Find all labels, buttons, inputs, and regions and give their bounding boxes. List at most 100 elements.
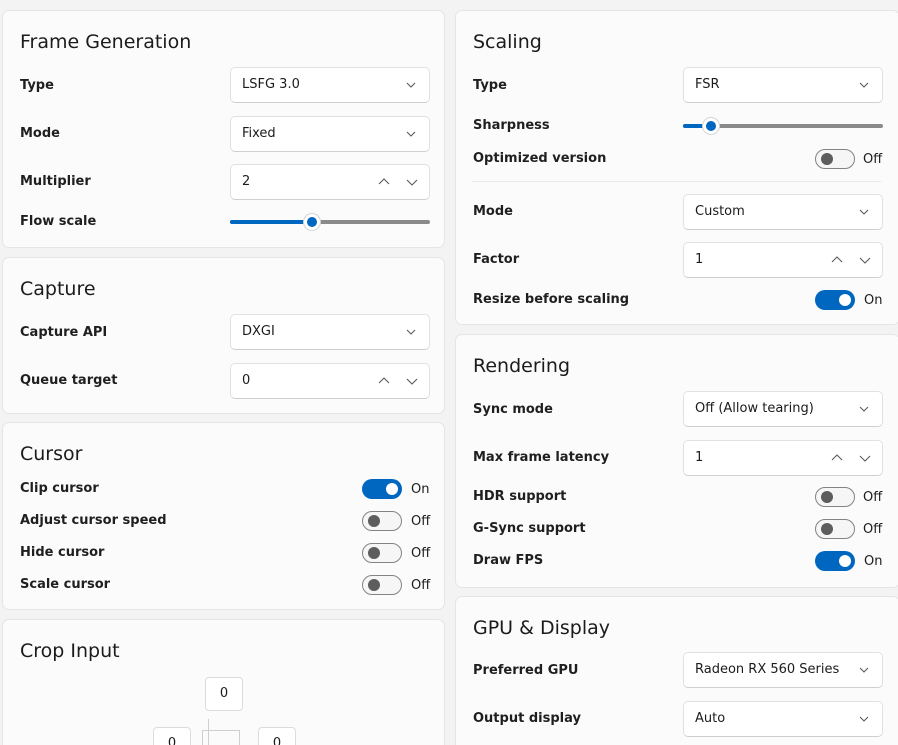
draw-fps-state: On [864,554,883,569]
toggle-knob [821,491,833,503]
chevron-down-icon [857,712,871,726]
hdr-support-label: HDR support [473,489,567,504]
rendering-title: Rendering [473,355,571,377]
toggle-knob [839,555,851,567]
fg-mode-label: Mode [20,126,60,141]
max-frame-latency-label: Max frame latency [473,450,610,465]
gpu-display-title: GPU & Display [473,617,611,639]
fg-flow-scale-label: Flow scale [20,214,97,229]
slider-thumb[interactable] [303,213,321,231]
chevron-down-icon[interactable] [858,451,872,465]
scale-cursor-toggle[interactable] [362,575,402,595]
chevron-down-icon [404,78,418,92]
toggle-knob [821,523,833,535]
sync-mode-value: Off (Allow tearing) [695,401,814,416]
draw-fps-label: Draw FPS [473,553,544,568]
toggle-knob [821,153,833,165]
output-display-value: Auto [695,711,726,726]
fg-mode-dropdown[interactable]: Fixed [230,116,430,152]
resize-before-scaling-toggle[interactable] [815,290,855,310]
scaling-mode-label: Mode [473,204,513,219]
cursor-card: Cursor Clip cursor On Adjust cursor spee… [2,422,445,610]
chevron-down-icon[interactable] [405,175,419,189]
sync-mode-label: Sync mode [473,402,553,417]
max-frame-latency-value: 1 [695,450,704,465]
scaling-title: Scaling [473,31,542,53]
optimized-version-toggle[interactable] [815,149,855,169]
chevron-down-icon [404,325,418,339]
slider-thumb[interactable] [702,117,720,135]
chevron-down-icon[interactable] [405,374,419,388]
factor-stepper[interactable]: 1 [683,242,883,278]
crop-input-card: Crop Input 0 0 0 [2,619,445,745]
crop-right-value: 0 [272,736,282,745]
flow-scale-slider[interactable] [230,213,430,231]
sharpness-slider[interactable] [683,117,883,135]
capture-api-label: Capture API [20,325,108,340]
factor-value: 1 [695,252,704,267]
preferred-gpu-value: Radeon RX 560 Series [695,662,840,677]
chevron-up-icon[interactable] [377,374,391,388]
gsync-support-toggle[interactable] [815,519,855,539]
queue-target-label: Queue target [20,373,118,388]
chevron-down-icon[interactable] [858,253,872,267]
scaling-type-value: FSR [695,77,720,92]
crop-top-value: 0 [219,686,229,701]
fg-type-label: Type [20,78,54,93]
crop-input-title: Crop Input [20,640,120,662]
resize-before-scaling-state: On [864,293,883,308]
gsync-support-label: G-Sync support [473,521,586,536]
sync-mode-dropdown[interactable]: Off (Allow tearing) [683,391,883,427]
queue-target-stepper[interactable]: 0 [230,363,430,399]
hdr-support-toggle[interactable] [815,487,855,507]
chevron-down-icon [857,663,871,677]
output-display-label: Output display [473,711,581,726]
rendering-card: Rendering Sync mode Off (Allow tearing) … [455,334,898,588]
scaling-divider [472,181,881,182]
hdr-support-state: Off [863,490,883,505]
output-display-dropdown[interactable]: Auto [683,701,883,737]
clip-cursor-label: Clip cursor [20,481,99,496]
scaling-type-label: Type [473,78,507,93]
cursor-title: Cursor [20,443,83,465]
toggle-knob [368,579,380,591]
toggle-knob [368,547,380,559]
fg-multiplier-value: 2 [242,174,251,189]
max-frame-latency-stepper[interactable]: 1 [683,440,883,476]
factor-label: Factor [473,252,520,267]
fg-multiplier-label: Multiplier [20,174,91,189]
chevron-up-icon[interactable] [377,175,391,189]
toggle-knob [839,294,851,306]
gsync-support-state: Off [863,522,883,537]
preferred-gpu-dropdown[interactable]: Radeon RX 560 Series [683,652,883,688]
fg-multiplier-stepper[interactable]: 2 [230,164,430,200]
scaling-mode-dropdown[interactable]: Custom [683,194,883,230]
clip-cursor-state: On [411,482,430,497]
fg-type-dropdown[interactable]: LSFG 3.0 [230,67,430,103]
crop-top-input[interactable]: 0 [205,677,243,711]
chevron-up-icon[interactable] [830,253,844,267]
adjust-cursor-speed-toggle[interactable] [362,511,402,531]
resize-before-scaling-label: Resize before scaling [473,292,630,307]
frame-generation-card: Frame Generation Type LSFG 3.0 Mode Fixe… [2,10,445,248]
frame-generation-title: Frame Generation [20,31,192,53]
chevron-down-icon [404,127,418,141]
capture-api-dropdown[interactable]: DXGI [230,314,430,350]
sharpness-label: Sharpness [473,118,550,133]
hide-cursor-toggle[interactable] [362,543,402,563]
chevron-down-icon [857,205,871,219]
fg-type-value: LSFG 3.0 [242,77,300,92]
chevron-up-icon[interactable] [830,451,844,465]
scaling-type-dropdown[interactable]: FSR [683,67,883,103]
crop-guide-line [208,719,209,745]
preferred-gpu-label: Preferred GPU [473,663,579,678]
crop-left-value: 0 [167,736,177,745]
capture-card: Capture Capture API DXGI Queue target 0 [2,257,445,414]
clip-cursor-toggle[interactable] [362,479,402,499]
draw-fps-toggle[interactable] [815,551,855,571]
queue-target-value: 0 [242,373,251,388]
toggle-knob [368,515,380,527]
crop-right-input[interactable]: 0 [258,727,296,745]
hide-cursor-state: Off [411,546,431,561]
crop-left-input[interactable]: 0 [153,727,191,745]
